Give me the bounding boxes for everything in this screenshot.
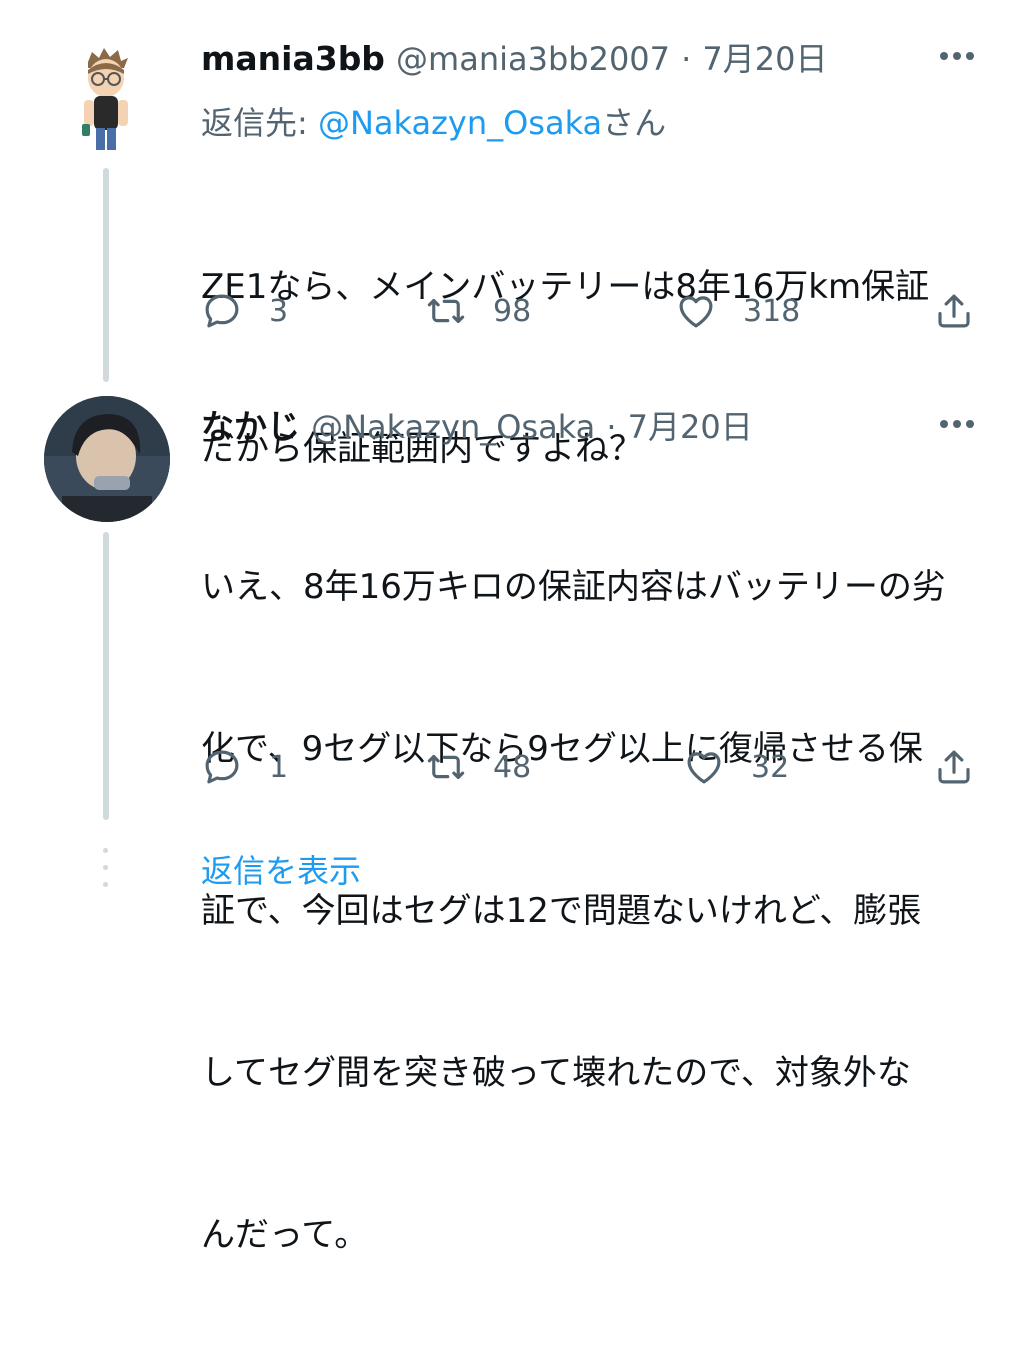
reply-button[interactable]: 1 [201,746,288,788]
display-name[interactable]: mania3bb [201,39,385,78]
like-icon [679,296,713,328]
thread-line [103,168,109,382]
avatar[interactable] [44,396,170,522]
tweet-text-line: いえ、8年16万キロの保証内容はバッテリーの劣 [201,567,946,607]
retweet-count: 48 [493,749,532,785]
retweet-button[interactable]: 48 [425,746,531,788]
more-icon[interactable] [940,52,974,60]
tweet-text-line: んだって。 [201,1215,369,1255]
retweet-button[interactable]: 98 [425,290,531,332]
retweet-count: 98 [493,293,532,329]
timestamp[interactable]: 7月20日 [628,408,753,446]
like-count: 318 [743,293,801,329]
action-bar: 3 98 318 [201,290,981,340]
share-icon [938,294,970,328]
reply-icon [205,750,239,784]
reply-icon [205,294,239,328]
reply-suffix: さん [602,104,667,142]
share-button[interactable] [933,290,975,332]
reply-count: 1 [269,749,289,785]
retweet-icon [427,298,465,324]
tweet-text: いえ、8年16万キロの保証内容はバッテリーの劣 化で、9セグ以下なら9セグ以上に… [201,452,1001,1370]
tweet-header: mania3bb @mania3bb2007 · 7月20日 [201,34,827,80]
tweet-text-line: してセグ間を突き破って壊れたので、対象外な [201,1053,911,1093]
like-icon [687,752,721,784]
separator: · [606,408,617,446]
action-bar: 1 48 32 [201,746,981,796]
retweet-icon [427,754,465,780]
share-icon [938,750,970,784]
reply-to: 返信先: @Nakazyn_Osakaさん [201,98,666,144]
tweet-text-line: 証で、今回はセグは12で問題ないけれど、膨張 [201,891,922,931]
timestamp[interactable]: 7月20日 [702,40,827,78]
separator: · [681,40,692,78]
avatar[interactable] [44,38,168,162]
like-count: 32 [751,749,790,785]
handle[interactable]: @mania3bb2007 [396,40,670,78]
thread-dots [103,848,109,899]
show-replies-link[interactable]: 返信を表示 [201,846,361,892]
reply-count: 3 [269,293,289,329]
like-button[interactable]: 318 [675,290,800,332]
like-button[interactable]: 32 [683,746,789,788]
mention-link[interactable]: @Nakazyn_Osaka [318,104,602,142]
display-name[interactable]: なかじ [201,407,300,446]
more-icon[interactable] [940,420,974,428]
thread-line [103,532,109,820]
reply-button[interactable]: 3 [201,290,288,332]
reply-prefix: 返信先: [201,104,318,142]
share-button[interactable] [933,746,975,788]
handle[interactable]: @Nakazyn_Osaka [311,408,595,446]
tweet-header: なかじ @Nakazyn_Osaka · 7月20日 [201,400,753,448]
